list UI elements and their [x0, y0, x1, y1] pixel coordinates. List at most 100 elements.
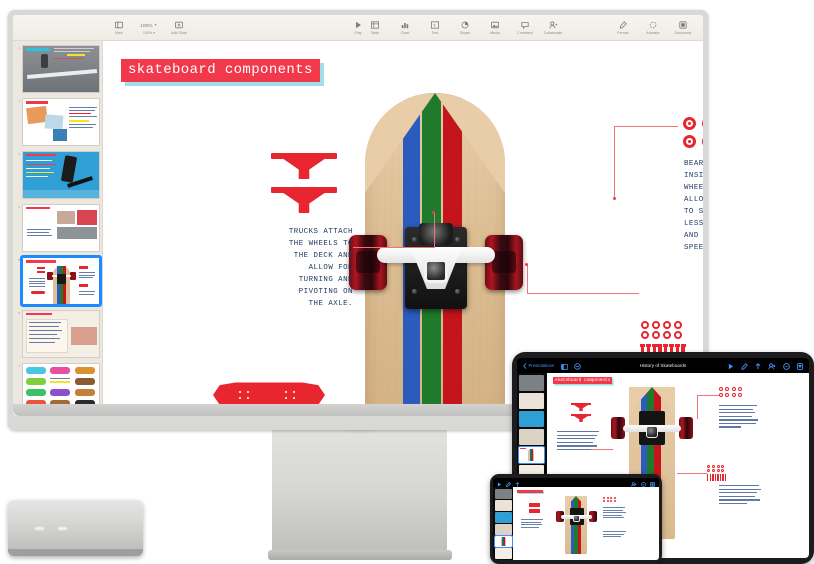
thumb-art: [23, 311, 99, 357]
add-slide-button[interactable]: Add Slide: [169, 21, 189, 35]
slide-number: 6: [18, 311, 20, 315]
slide-thumbnail-4[interactable]: [22, 204, 100, 252]
collaborate-icon: [549, 21, 558, 30]
zoom-button[interactable]: 100% 100% ▾: [139, 21, 159, 35]
view-button[interactable]: View: [109, 21, 129, 35]
ipad-kingpin: [646, 426, 658, 438]
add-slide-label: Add Slide: [171, 30, 187, 35]
document-button[interactable]: Document: [673, 21, 693, 35]
iphone-screen: [493, 478, 659, 560]
toolbar-insert-group: Table Chart T Text Shape Media Comment: [365, 21, 535, 35]
iphone-thumbnail[interactable]: [494, 500, 512, 511]
ipad-thumbnail[interactable]: [519, 375, 544, 391]
presentations-back-button[interactable]: Presentations: [523, 362, 554, 369]
display-stand-base: [268, 550, 452, 560]
thumb-art: [23, 152, 99, 198]
ipad-thumbnail[interactable]: [519, 429, 544, 445]
toolbar-collaborate-group: Collaborate: [543, 21, 563, 35]
zoom-label: 100% ▾: [143, 30, 155, 35]
slide-navigator[interactable]: 1 2 3 4 5 6 7: [13, 41, 103, 416]
table-icon: [371, 21, 379, 30]
animate-label: Animate: [646, 30, 660, 35]
iphone-thumbnail[interactable]: [494, 512, 512, 523]
play-label: Play: [354, 30, 362, 35]
bearings-icon: [683, 117, 703, 149]
list-item[interactable]: 5: [17, 255, 102, 307]
ipad-thumbnail-selected[interactable]: [518, 446, 545, 464]
keynote-toolbar: View 100% 100% ▾ Add Slide Play Table Ch…: [13, 15, 703, 41]
display-stand: [272, 424, 447, 556]
iphone-slide-title-bar: [517, 490, 543, 494]
chart-button[interactable]: Chart: [395, 21, 415, 35]
svg-text:100%: 100%: [140, 23, 153, 29]
list-item[interactable]: 3: [17, 151, 100, 199]
skateboard-photo[interactable]: [331, 93, 541, 416]
callout-trucks-text[interactable]: TRUCKS ATTACH THE WHEELS TO THE DECK AND…: [221, 227, 353, 311]
pivot-cup: [419, 223, 453, 245]
ipad-callout-bearings: [719, 405, 763, 428]
leader-line-trucks: [353, 247, 435, 248]
thumb-art: [23, 99, 99, 145]
shape-label: Shape: [459, 30, 471, 35]
media-button[interactable]: Media: [485, 21, 505, 35]
slide-thumbnail-5-selected[interactable]: [20, 255, 102, 307]
page-title[interactable]: skateboard components: [121, 59, 320, 82]
wheel-right: [485, 235, 523, 290]
ipad-thumbnail[interactable]: [519, 393, 544, 409]
shape-button[interactable]: Shape: [455, 21, 475, 35]
slide-thumbnail-2[interactable]: [22, 98, 100, 146]
leader-line-bearings: [614, 126, 678, 127]
slide-thumbnail-3[interactable]: [22, 151, 100, 199]
slide-thumbnail-1[interactable]: [22, 45, 100, 93]
slide-thumbnail-6[interactable]: [22, 310, 100, 358]
iphone-slide-canvas[interactable]: [513, 487, 659, 560]
animate-button[interactable]: Animate: [643, 21, 663, 35]
leader-line-screws-v: [527, 265, 528, 294]
kingpin-nut: [424, 259, 448, 283]
iphone: [490, 474, 662, 564]
text-icon: T: [431, 21, 439, 30]
nuts-group: [641, 321, 683, 339]
list-item[interactable]: 4: [17, 204, 100, 252]
format-button[interactable]: Format: [613, 21, 633, 35]
collaborate-label: Collaborate: [543, 30, 563, 35]
iphone-thumbnail[interactable]: [494, 548, 512, 559]
thumb-art: [23, 258, 99, 304]
comment-icon: [521, 21, 529, 30]
iphone-thumbnail-selected[interactable]: [493, 535, 513, 548]
usb-c-port: [57, 526, 68, 531]
truck-assembly: [331, 221, 541, 353]
iphone-toolbar: [493, 478, 659, 487]
document-icon: [679, 21, 687, 30]
iphone-thumbnail[interactable]: [494, 524, 512, 535]
mount-bolt: [412, 237, 417, 242]
trucks-icon: [271, 153, 337, 215]
ipad-callout-screws: [719, 485, 763, 505]
chevron-left-icon: [523, 362, 527, 369]
toolbar-right-group: Format Animate Document: [613, 21, 693, 35]
text-label: Text: [431, 30, 439, 35]
thumb-art: [23, 46, 99, 92]
list-item[interactable]: 2: [17, 98, 100, 146]
format-label: Format: [617, 30, 629, 35]
slide-number: 5: [18, 258, 20, 262]
iphone-slide-navigator[interactable]: [493, 487, 513, 560]
table-button[interactable]: Table: [365, 21, 385, 35]
ipad-trucks-icon-2: [571, 414, 591, 422]
list-item[interactable]: 1: [17, 45, 100, 93]
mac-studio: [8, 500, 143, 556]
collaborate-button[interactable]: Collaborate: [543, 21, 563, 35]
text-button[interactable]: T Text: [425, 21, 445, 35]
ipad-thumbnail[interactable]: [519, 411, 544, 427]
comment-button[interactable]: Comment: [515, 21, 535, 35]
add-slide-icon: [175, 21, 183, 30]
list-item[interactable]: 6: [17, 310, 100, 358]
iphone-thumbnail[interactable]: [494, 488, 512, 499]
device-lineup-scene: View 100% 100% ▾ Add Slide Play Table Ch…: [0, 0, 814, 564]
mount-bolt: [455, 289, 460, 294]
ipad-callout-trucks: [557, 431, 601, 451]
ipad-trucks-icon: [571, 403, 591, 411]
callout-bearings-text[interactable]: BEARINGS FIT INSIDE THE WHEELS AND ALLOW…: [684, 159, 703, 255]
table-label: Table: [370, 30, 380, 35]
leader-line-trucks-v: [434, 213, 435, 248]
